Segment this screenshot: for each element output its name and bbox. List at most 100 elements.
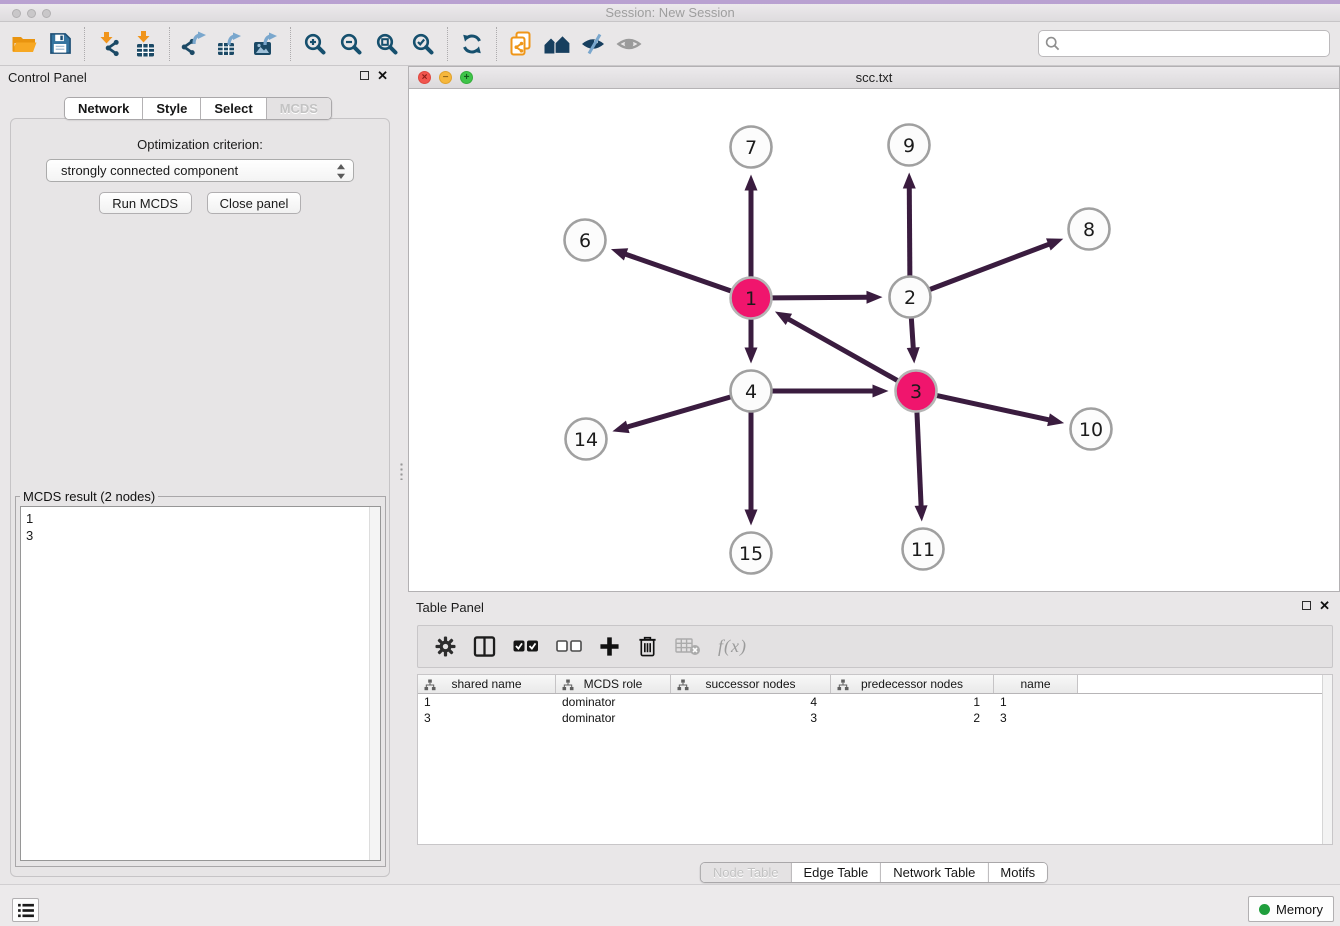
svg-text:14: 14 [574,429,598,451]
graph-node-14[interactable]: 14 [566,419,607,460]
table-settings-button[interactable] [435,636,456,657]
tab-edge-table[interactable]: Edge Table [791,863,881,882]
delete-row-button[interactable] [637,635,658,658]
graph-node-2[interactable]: 2 [890,277,931,318]
column-header-successor-nodes[interactable]: successor nodes [671,675,831,693]
memory-button[interactable]: Memory [1248,896,1334,922]
select-all-button[interactable] [513,640,539,653]
zoom-in-button[interactable] [297,25,333,63]
refresh-view-button[interactable] [454,25,490,63]
import-network-button[interactable] [91,25,127,63]
show-all-button[interactable] [611,25,647,63]
delete-table-button[interactable] [675,637,701,657]
graph-edge-1-4[interactable] [745,320,758,364]
tab-network-table[interactable]: Network Table [881,863,988,882]
column-header-name[interactable]: name [994,675,1078,693]
graph-node-4[interactable]: 4 [731,371,772,412]
toolbar-separator [290,27,291,61]
network-window-titlebar: × − + scc.txt [409,67,1339,89]
tab-motifs[interactable]: Motifs [988,863,1047,882]
open-session-button[interactable] [6,25,42,63]
export-image-button[interactable] [248,25,284,63]
graph-edge-1-2[interactable] [772,291,882,304]
zoom-selected-button[interactable] [405,25,441,63]
float-panel-button[interactable] [360,71,369,80]
toolbar-separator [496,27,497,61]
table-panel-tabs: Node TableEdge TableNetwork TableMotifs [700,862,1048,883]
column-header-predecessor-nodes[interactable]: predecessor nodes [831,675,994,693]
graph-edge-1-6[interactable] [611,248,731,291]
graph-edge-4-3[interactable] [773,385,889,398]
save-session-button[interactable] [42,25,78,63]
column-type-icon [562,679,574,691]
graph-node-8[interactable]: 8 [1069,209,1110,250]
result-scrollbar[interactable] [369,507,380,860]
column-header-shared-name[interactable]: shared name [418,675,556,693]
graph-node-9[interactable]: 9 [889,125,930,166]
graph-edge-2-3[interactable] [907,318,920,363]
float-table-panel-button[interactable] [1302,601,1311,610]
graph-node-6[interactable]: 6 [565,220,606,261]
graph-edge-2-8[interactable] [930,238,1063,289]
svg-text:1: 1 [745,288,757,310]
show-panels-button[interactable] [12,898,39,922]
tab-network[interactable]: Network [65,98,143,119]
vertical-splitter-handle[interactable] [399,462,404,480]
table-panel-header: Table Panel ✕ [408,596,1340,620]
close-panel-button-mcds[interactable]: Close panel [207,192,302,214]
zoom-out-icon [339,32,363,56]
function-builder-button[interactable]: f(x) [718,636,747,657]
search-input[interactable] [1038,30,1330,57]
run-mcds-button[interactable]: Run MCDS [99,192,192,214]
import-table-button[interactable] [127,25,163,63]
network-view-window: × − + scc.txt 7 9 6 8 1 2 4 3 14 10 15 11 [408,66,1340,592]
export-table-button[interactable] [212,25,248,63]
hide-selected-button[interactable] [575,25,611,63]
zoom-fit-button[interactable] [369,25,405,63]
add-row-button[interactable] [599,636,620,657]
graph-node-10[interactable]: 10 [1071,409,1112,450]
graph-node-11[interactable]: 11 [903,529,944,570]
graph-edge-1-7[interactable] [745,175,758,277]
graph-node-7[interactable]: 7 [731,127,772,168]
deselect-all-button[interactable] [556,640,582,653]
cell-shared-name: 1 [418,694,556,710]
graph-node-3[interactable]: 3 [896,371,937,412]
column-header-MCDS-role[interactable]: MCDS role [556,675,671,693]
graph-edge-3-1[interactable] [775,312,897,381]
show-columns-button[interactable] [473,636,496,657]
zoom-out-button[interactable] [333,25,369,63]
network-canvas[interactable]: 7 9 6 8 1 2 4 3 14 10 15 11 [409,89,1339,591]
table-scrollbar[interactable] [1322,675,1332,844]
cell-successor-nodes: 4 [671,694,831,710]
copy-network-button[interactable] [503,25,539,63]
criterion-select[interactable]: strongly connected component [46,159,354,182]
graph-edge-4-14[interactable] [612,397,730,433]
table-row[interactable]: 3dominator323 [418,710,1332,726]
graph-node-1[interactable]: 1 [731,278,772,319]
tab-style[interactable]: Style [143,98,201,119]
graph-edge-3-10[interactable] [937,396,1064,427]
control-panel-title: Control Panel [8,70,87,85]
table-row[interactable]: 1dominator411 [418,694,1332,710]
export-network-button[interactable] [176,25,212,63]
close-panel-button[interactable]: ✕ [377,71,388,80]
columns-icon [473,636,496,657]
cell-successor-nodes: 3 [671,710,831,726]
graph-edge-4-15[interactable] [745,413,758,526]
application-window: Session: New Session [0,0,1340,926]
home-view-button[interactable] [539,25,575,63]
plus-icon [599,636,620,657]
graph-node-15[interactable]: 15 [731,533,772,574]
tab-select[interactable]: Select [201,98,266,119]
toolbar-separator [84,27,85,61]
tab-mcds[interactable]: MCDS [267,98,331,119]
close-table-panel-button[interactable]: ✕ [1319,601,1330,610]
graph-edge-3-11[interactable] [915,412,928,521]
delete-table-icon [675,637,701,657]
mcds-result-text[interactable]: 13 [20,506,381,861]
trash-icon [637,635,658,658]
graph-edge-2-9[interactable] [903,172,916,275]
tab-node-table[interactable]: Node Table [701,863,792,882]
cell-predecessor-nodes: 1 [831,694,994,710]
